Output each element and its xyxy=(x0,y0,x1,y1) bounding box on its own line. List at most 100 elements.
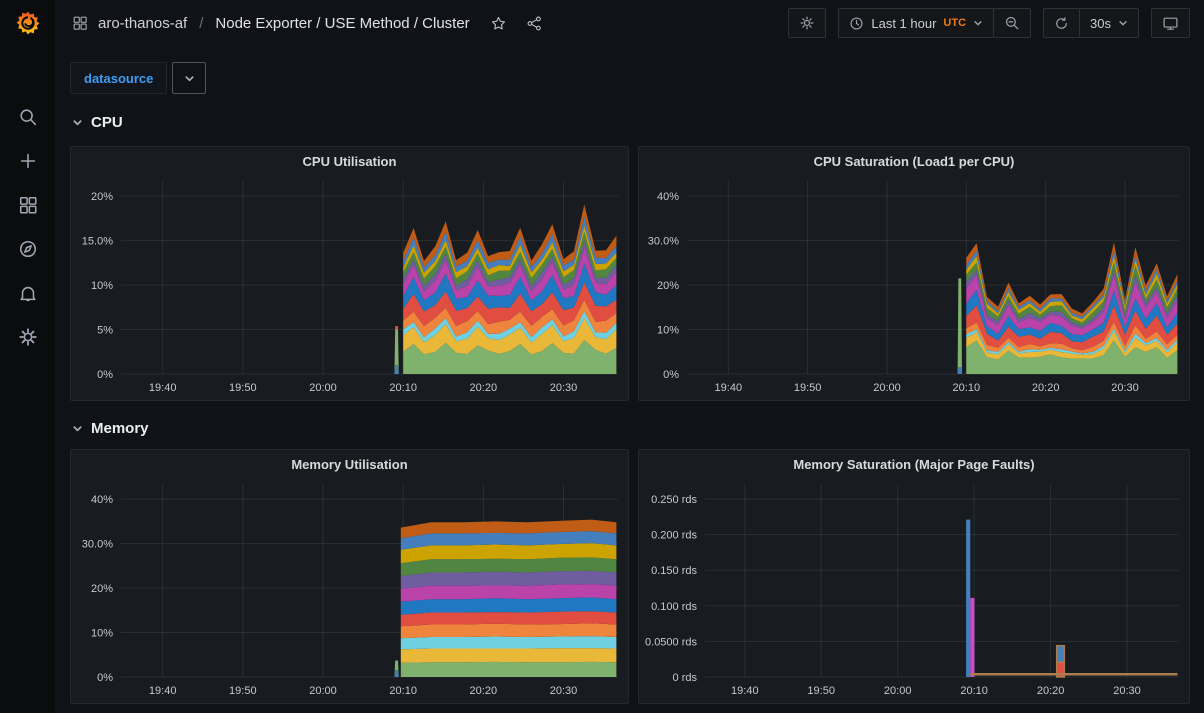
time-range-picker[interactable]: Last 1 hour UTC xyxy=(838,8,994,38)
section-label: CPU xyxy=(91,114,123,131)
svg-text:20:30: 20:30 xyxy=(550,382,578,394)
svg-text:0%: 0% xyxy=(97,369,113,381)
zoom-out-icon xyxy=(1004,15,1020,31)
chevron-down-icon xyxy=(1118,18,1128,28)
dashboards-grid-icon xyxy=(18,195,38,215)
variable-datasource-dropdown[interactable] xyxy=(172,62,206,94)
sidebar-nav xyxy=(0,95,55,359)
panel-memory-saturation: Memory Saturation (Major Page Faults) 0 … xyxy=(638,449,1190,704)
svg-text:20:00: 20:00 xyxy=(309,685,337,697)
monitor-icon xyxy=(1162,15,1179,32)
bell-icon xyxy=(18,283,38,303)
svg-text:20:00: 20:00 xyxy=(309,382,337,394)
svg-text:20:00: 20:00 xyxy=(873,382,901,394)
section-header-cpu[interactable]: CPU xyxy=(72,110,1190,134)
svg-text:0.150 rds: 0.150 rds xyxy=(651,565,697,577)
panel-title[interactable]: Memory Utilisation xyxy=(71,450,628,478)
refresh-icon xyxy=(1054,16,1069,31)
svg-text:20:30: 20:30 xyxy=(550,685,578,697)
breadcrumb-app-link[interactable]: aro-thanos-af xyxy=(98,15,187,32)
refresh-interval-picker[interactable]: 30s xyxy=(1079,8,1139,38)
zoom-out-time-button[interactable] xyxy=(993,8,1031,38)
share-icon xyxy=(526,15,543,32)
chevron-down-icon xyxy=(973,18,983,28)
kiosk-mode-button[interactable] xyxy=(1151,8,1190,38)
svg-text:0 rds: 0 rds xyxy=(673,672,698,684)
svg-text:0.200 rds: 0.200 rds xyxy=(651,530,697,542)
sidebar xyxy=(0,0,55,713)
section-label: Memory xyxy=(91,420,149,437)
svg-text:19:50: 19:50 xyxy=(229,382,257,394)
svg-text:0.0500 rds: 0.0500 rds xyxy=(645,636,697,648)
section-header-memory[interactable]: Memory xyxy=(72,416,1190,440)
svg-text:20:20: 20:20 xyxy=(1032,382,1060,394)
share-dashboard-button[interactable] xyxy=(526,15,543,32)
memory-panels-row: Memory Utilisation 0%10%20%30.0%40%19:40… xyxy=(70,449,1190,704)
chart-cpu-utilisation[interactable]: 0%5%10%15.0%20%19:4019:5020:0020:1020:20… xyxy=(71,175,628,400)
plus-icon xyxy=(18,151,38,171)
sidebar-item-create[interactable] xyxy=(0,139,55,183)
chevron-down-icon xyxy=(184,73,195,84)
toolbar-controls: Last 1 hour UTC xyxy=(788,8,1190,38)
svg-text:10%: 10% xyxy=(657,325,679,337)
panel-title[interactable]: CPU Utilisation xyxy=(71,147,628,175)
variables-submenu: datasource xyxy=(70,62,1190,94)
svg-text:20%: 20% xyxy=(657,280,679,292)
dashboard-content: datasource CPU CPU Utilisation 0%5%10%15… xyxy=(55,46,1204,713)
dashboard-settings-button[interactable] xyxy=(788,8,826,38)
grafana-dashboard: aro-thanos-af / Node Exporter / USE Meth… xyxy=(0,0,1204,713)
svg-text:19:40: 19:40 xyxy=(715,382,743,394)
svg-text:20%: 20% xyxy=(91,583,113,595)
sidebar-item-search[interactable] xyxy=(0,95,55,139)
svg-text:19:40: 19:40 xyxy=(731,685,759,697)
svg-text:20:20: 20:20 xyxy=(1037,685,1065,697)
sidebar-item-alerting[interactable] xyxy=(0,271,55,315)
time-picker-group: Last 1 hour UTC xyxy=(838,8,1031,38)
refresh-dashboard-button[interactable] xyxy=(1043,8,1080,38)
grafana-logo-icon xyxy=(14,9,42,37)
star-dashboard-button[interactable] xyxy=(490,15,507,32)
chart-memory-utilisation[interactable]: 0%10%20%30.0%40%19:4019:5020:0020:1020:2… xyxy=(71,478,628,703)
dashboard-actions xyxy=(490,15,543,32)
svg-text:5%: 5% xyxy=(97,325,113,337)
svg-text:20:20: 20:20 xyxy=(470,382,498,394)
svg-text:19:50: 19:50 xyxy=(229,685,257,697)
apps-grid-icon xyxy=(72,15,88,31)
panel-title[interactable]: Memory Saturation (Major Page Faults) xyxy=(639,450,1189,478)
svg-text:20:20: 20:20 xyxy=(470,685,498,697)
chart-memory-saturation[interactable]: 0 rds0.0500 rds0.100 rds0.150 rds0.200 r… xyxy=(639,478,1189,703)
refresh-interval-label: 30s xyxy=(1090,16,1111,31)
main-area: aro-thanos-af / Node Exporter / USE Meth… xyxy=(55,0,1204,713)
svg-text:30.0%: 30.0% xyxy=(82,539,113,551)
time-range-label: Last 1 hour xyxy=(871,16,936,31)
chart-cpu-saturation[interactable]: 0%10%20%30.0%40%19:4019:5020:0020:1020:2… xyxy=(639,175,1189,400)
chevron-down-icon xyxy=(72,117,83,128)
variable-datasource-button[interactable]: datasource xyxy=(70,62,167,94)
panel-cpu-utilisation: CPU Utilisation 0%5%10%15.0%20%19:4019:5… xyxy=(70,146,629,401)
panel-title[interactable]: CPU Saturation (Load1 per CPU) xyxy=(639,147,1189,175)
svg-text:19:50: 19:50 xyxy=(807,685,835,697)
svg-text:19:50: 19:50 xyxy=(794,382,822,394)
svg-text:40%: 40% xyxy=(91,494,113,506)
top-navigation-bar: aro-thanos-af / Node Exporter / USE Meth… xyxy=(55,0,1204,46)
gear-icon xyxy=(18,327,38,347)
svg-text:40%: 40% xyxy=(657,191,679,203)
dashboard-title[interactable]: Node Exporter / USE Method / Cluster xyxy=(215,15,469,32)
svg-text:0%: 0% xyxy=(663,369,679,381)
sidebar-item-configuration[interactable] xyxy=(0,315,55,359)
svg-text:20:10: 20:10 xyxy=(389,382,417,394)
svg-text:20:30: 20:30 xyxy=(1113,685,1141,697)
svg-text:10%: 10% xyxy=(91,280,113,292)
svg-text:0.250 rds: 0.250 rds xyxy=(651,494,697,506)
compass-icon xyxy=(18,239,38,259)
svg-text:20:10: 20:10 xyxy=(953,382,981,394)
cpu-panels-row: CPU Utilisation 0%5%10%15.0%20%19:4019:5… xyxy=(70,146,1190,401)
sidebar-item-dashboards[interactable] xyxy=(0,183,55,227)
svg-text:20:30: 20:30 xyxy=(1111,382,1139,394)
svg-text:19:40: 19:40 xyxy=(149,685,177,697)
sidebar-item-explore[interactable] xyxy=(0,227,55,271)
grafana-logo[interactable] xyxy=(0,0,55,46)
svg-text:20%: 20% xyxy=(91,191,113,203)
svg-text:20:00: 20:00 xyxy=(884,685,912,697)
svg-text:20:10: 20:10 xyxy=(960,685,988,697)
